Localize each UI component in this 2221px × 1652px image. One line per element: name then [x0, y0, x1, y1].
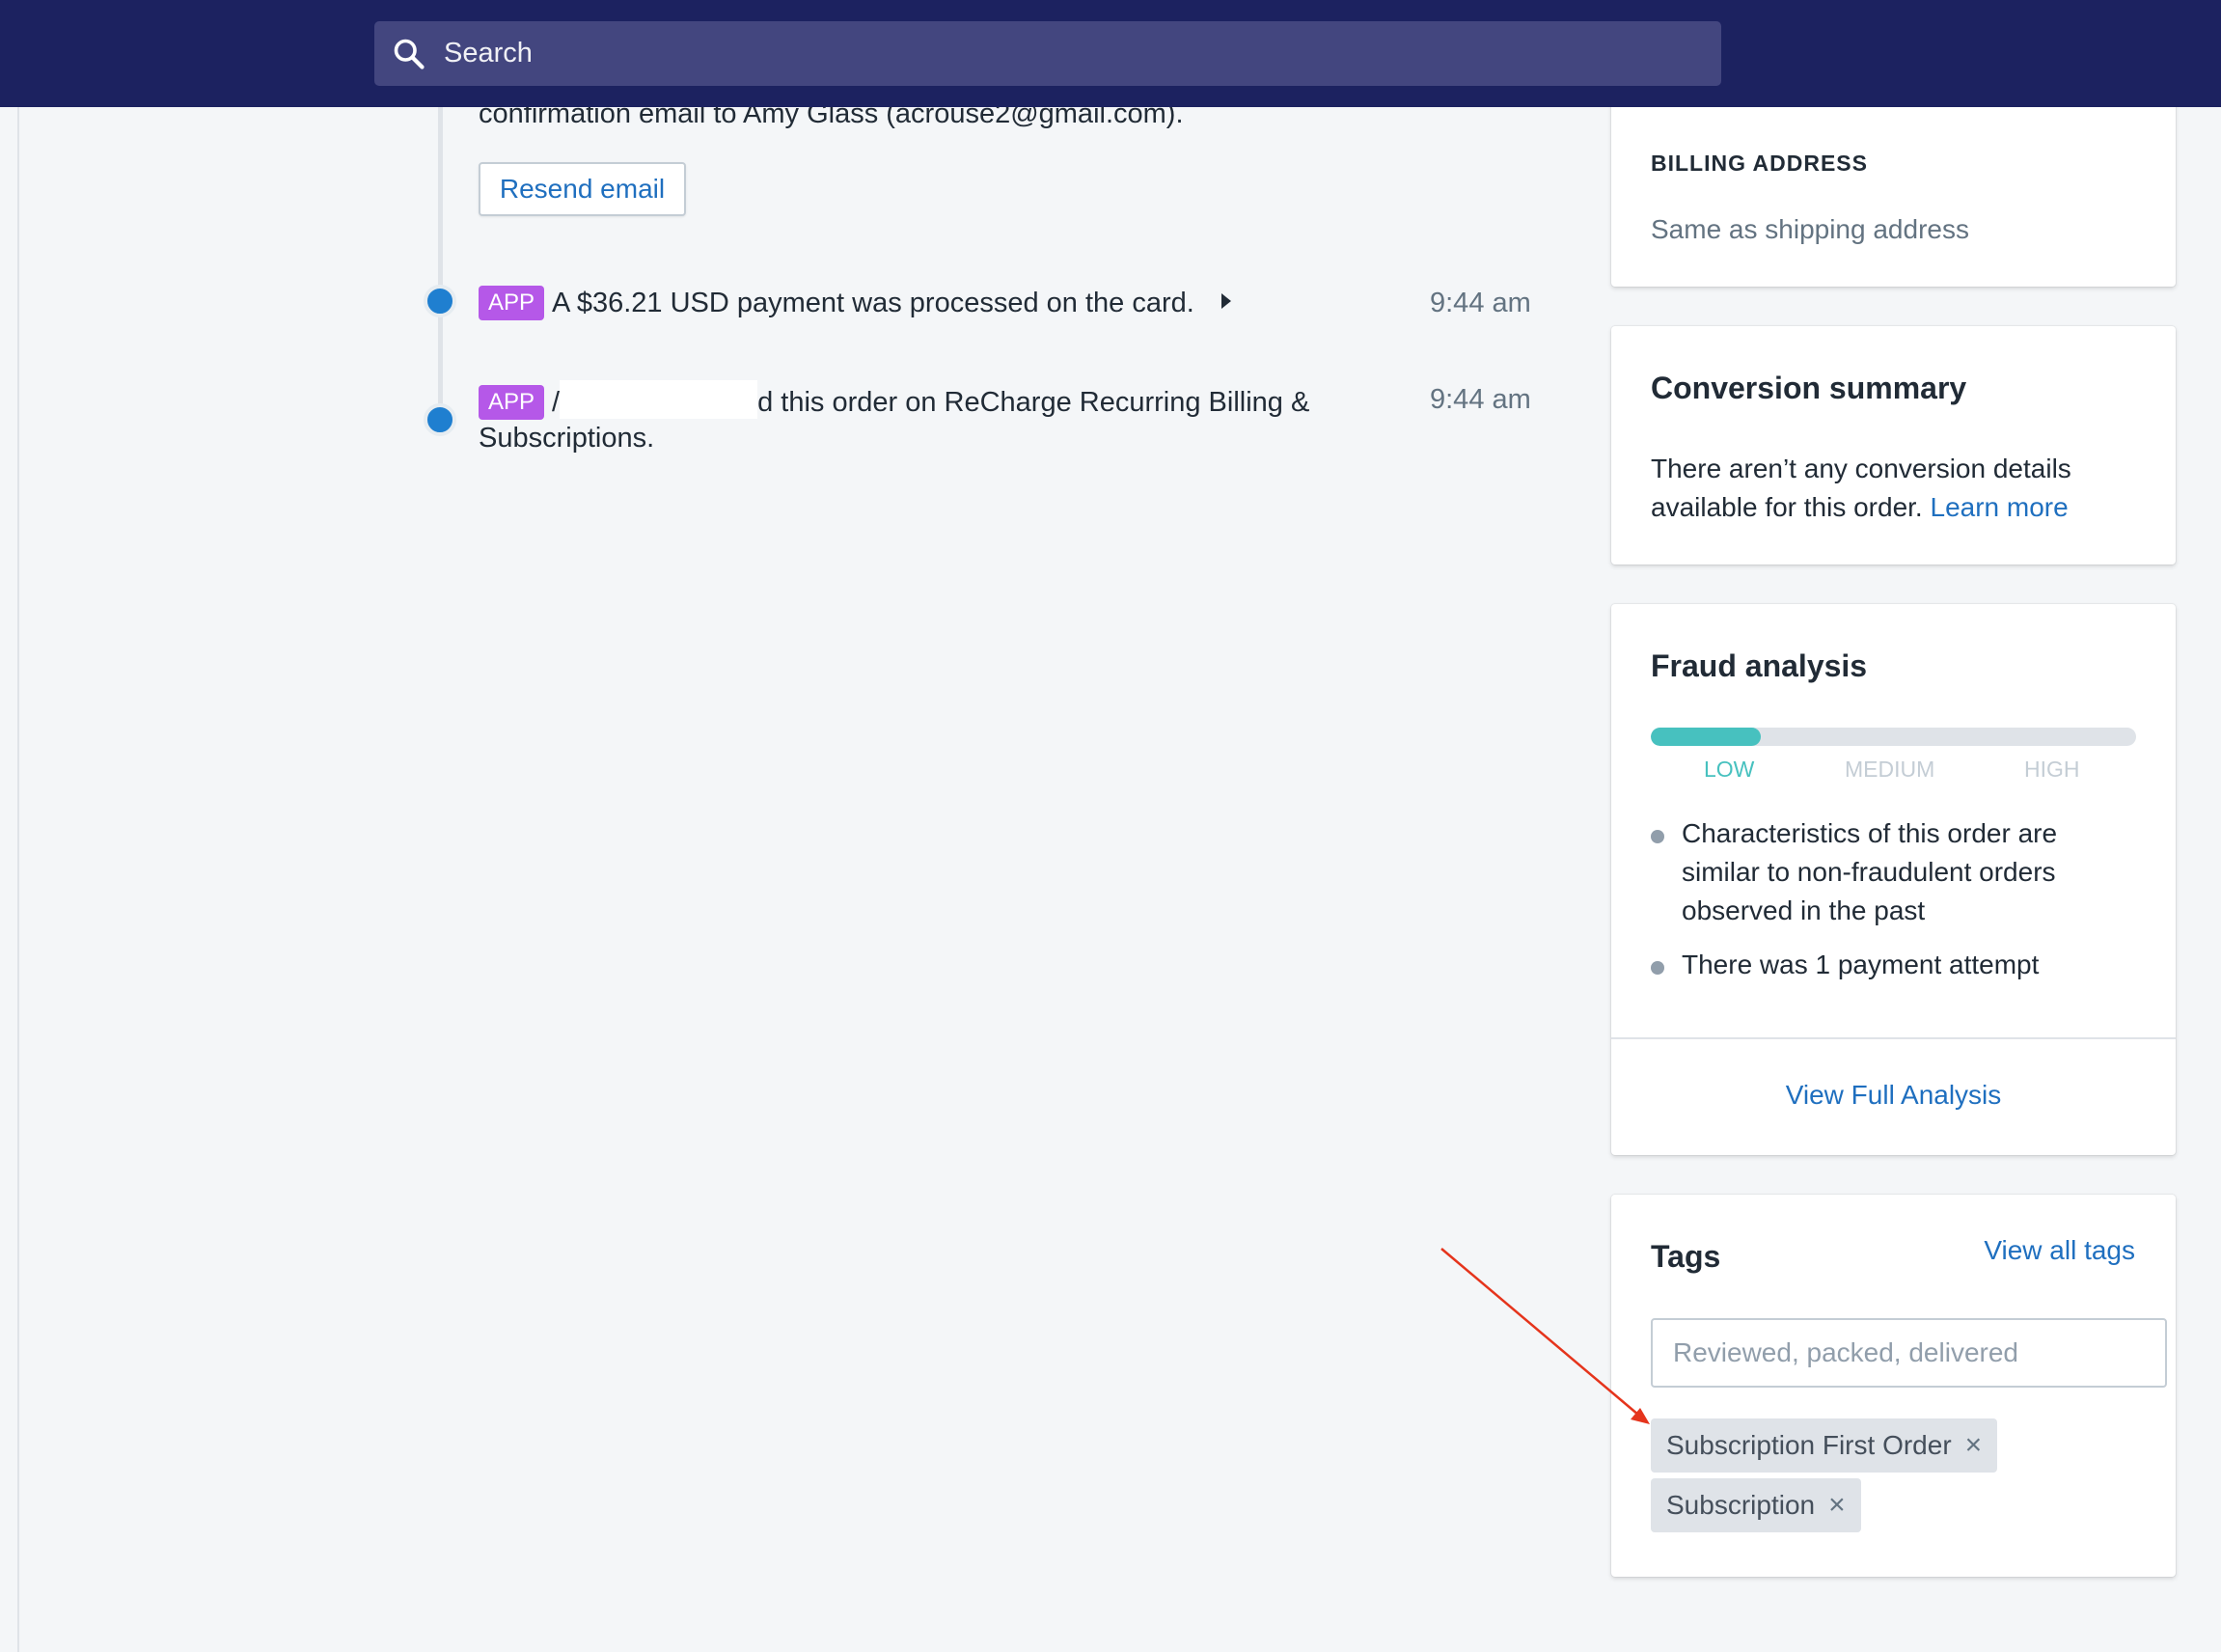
sidebar-edge	[0, 107, 19, 1652]
tags-input[interactable]: Reviewed, packed, delivered	[1651, 1318, 2167, 1388]
tag-label: Subscription First Order	[1666, 1430, 1952, 1460]
risk-level-high: HIGH	[2024, 757, 2080, 782]
remove-tag-icon[interactable]: ×	[1965, 1418, 1983, 1473]
timeline-dot	[424, 403, 456, 436]
card-divider	[1611, 1037, 2176, 1039]
conversion-text-line1: There aren’t any conversion details	[1651, 454, 2071, 483]
tag-label: Subscription	[1666, 1490, 1816, 1520]
conversion-summary-title: Conversion summary	[1651, 371, 1967, 405]
risk-level-medium: MEDIUM	[1845, 757, 1935, 782]
conversion-summary-card: Conversion summary There aren’t any conv…	[1611, 326, 2176, 564]
tags-card: Tags View all tags Reviewed, packed, del…	[1611, 1195, 2176, 1577]
billing-address-title: BILLING ADDRESS	[1651, 151, 1868, 176]
tags-title: Tags	[1651, 1239, 1721, 1274]
bullet-dot	[1651, 961, 1664, 975]
timeline-event-order: APP / d this order on ReCharge Recurring B…	[479, 380, 1309, 422]
fraud-bullet: Characteristics of this order are simila…	[1682, 818, 2058, 925]
fraud-analysis-title: Fraud analysis	[1651, 648, 1868, 683]
billing-address-card: BILLING ADDRESS Same as shipping address	[1611, 96, 2176, 287]
billing-address-value: Same as shipping address	[1651, 214, 1969, 244]
timeline-dot	[424, 285, 456, 317]
fraud-risk-bar-fill	[1651, 728, 1761, 746]
timeline-event-payment[interactable]: APP A $36.21 USD payment was processed on…	[479, 284, 1231, 322]
search-icon	[394, 39, 425, 69]
tag-chip: Subscription ×	[1651, 1478, 1861, 1532]
timeline-event-text-line2: Subscriptions.	[479, 423, 655, 454]
view-full-analysis-link[interactable]: View Full Analysis	[1611, 1080, 2176, 1111]
search-bar[interactable]: Search	[374, 21, 1721, 86]
timeline-event-text-start: /	[552, 387, 561, 418]
resend-email-button[interactable]: Resend email	[479, 162, 686, 216]
fraud-bullet: There was 1 payment attempt	[1682, 950, 2040, 979]
risk-level-low: LOW	[1704, 757, 1755, 782]
bullet-dot	[1651, 830, 1664, 843]
timeline-event-time: 9:44 am	[1430, 288, 1531, 318]
timeline-event-text: A $36.21 USD payment was processed on th…	[552, 288, 1194, 318]
timeline-event-time: 9:44 am	[1430, 384, 1531, 415]
conversion-summary-text: There aren’t any conversion details avai…	[1651, 450, 2152, 527]
fraud-risk-bar	[1651, 728, 2136, 746]
search-input[interactable]: Search	[444, 21, 533, 86]
expand-caret-icon[interactable]	[1220, 293, 1231, 309]
redacted-region	[560, 380, 758, 419]
learn-more-link[interactable]: Learn more	[1931, 492, 2069, 522]
annotation-arrow-icon	[1440, 1248, 1650, 1424]
app-badge: APP	[479, 286, 545, 320]
tag-chip: Subscription First Order ×	[1651, 1418, 1998, 1473]
app-badge: APP	[479, 385, 545, 420]
view-all-tags-link[interactable]: View all tags	[1984, 1235, 2135, 1266]
remove-tag-icon[interactable]: ×	[1828, 1478, 1846, 1532]
conversion-text-line2: available for this order.	[1651, 492, 1923, 522]
timeline-line	[438, 107, 443, 421]
fraud-analysis-card: Fraud analysis LOW MEDIUM HIGH Character…	[1611, 604, 2176, 1155]
timeline-event-text-end: d this order on ReCharge Recurring Billi…	[757, 387, 1310, 418]
top-bar: Search	[0, 0, 2221, 107]
